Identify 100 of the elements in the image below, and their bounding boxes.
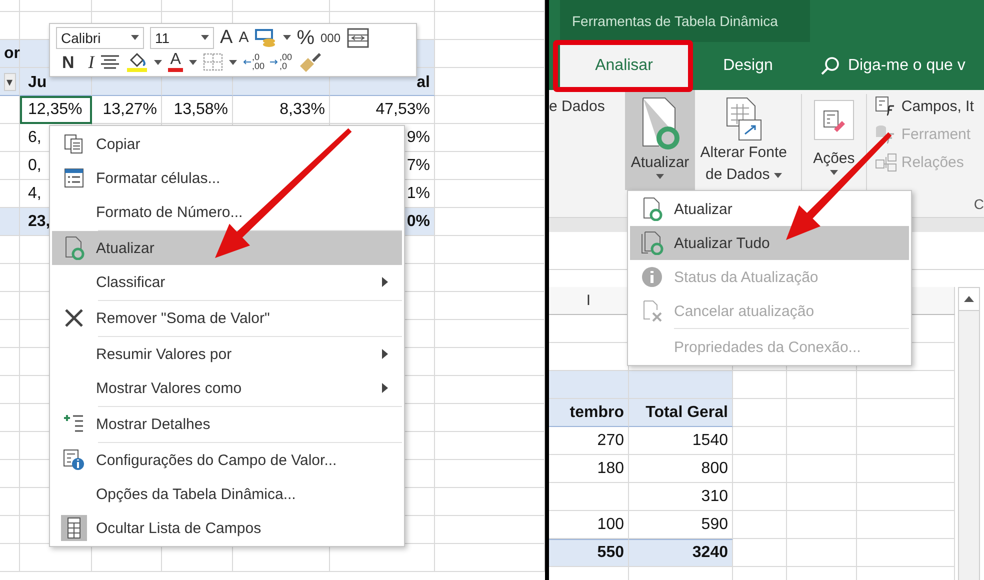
menu-item[interactable]: Atualizar	[630, 192, 909, 226]
refresh-all-icon	[640, 231, 664, 255]
table-cell: 270	[549, 427, 629, 455]
caret-icon[interactable]	[228, 60, 237, 65]
caret-icon[interactable]	[201, 35, 209, 40]
ribbon-button[interactable]: Ações	[809, 90, 858, 190]
ribbon-button[interactable]: Atualizar	[625, 90, 695, 190]
caret-icon[interactable]	[656, 174, 664, 179]
table-cell: or	[0, 40, 20, 68]
thousands-button[interactable]: 000	[320, 32, 341, 44]
caret-icon[interactable]	[154, 60, 162, 65]
table-cell: 310	[629, 483, 733, 511]
table-cell: 12,35%	[20, 96, 92, 124]
table-cell	[787, 539, 857, 567]
actions-icon	[814, 100, 854, 140]
decrease-decimal-button[interactable]: ,00 ,0	[270, 53, 292, 72]
table-cell: 3240	[629, 539, 733, 567]
table-cell	[733, 455, 787, 483]
search-icon[interactable]	[820, 56, 840, 76]
caret-icon[interactable]	[131, 35, 139, 40]
search-field[interactable]: Diga-me o que v	[848, 57, 966, 75]
menu-item[interactable]: Mostrar Detalhes	[52, 407, 402, 443]
menu-item[interactable]: Atualizar	[52, 231, 402, 265]
vertical-scrollbar[interactable]	[958, 287, 980, 580]
table-cell	[0, 208, 20, 236]
menu-item[interactable]: Atualizar Tudo	[630, 226, 909, 260]
info-icon	[641, 266, 663, 288]
menu-item[interactable]: Mostrar Valores como	[52, 371, 402, 407]
copy-icon	[63, 133, 85, 155]
increase-decimal-button[interactable]: ,0 ,00	[242, 53, 264, 72]
grow-font-button[interactable]: A	[220, 28, 233, 48]
percent-button[interactable]: %	[296, 28, 314, 48]
column-header[interactable]: I	[549, 287, 629, 315]
borders-icon[interactable]	[202, 53, 223, 72]
submenu-arrow-icon	[382, 277, 388, 287]
table-cell: 800	[629, 455, 733, 483]
table-cell: 1540	[629, 427, 733, 455]
menu-item[interactable]: Resumir Valores por	[52, 337, 402, 371]
ribbon-tab[interactable]: Design	[688, 42, 808, 90]
table-cell: 8,33%	[233, 96, 330, 124]
refresh-icon	[63, 236, 85, 260]
filter-dropdown-button[interactable]: ▾	[4, 73, 16, 91]
table-cell	[787, 511, 857, 539]
table-cell: 590	[629, 511, 733, 539]
close-icon	[63, 307, 85, 329]
table-cell: 550	[549, 539, 629, 567]
table-cell: tembro	[549, 399, 629, 427]
add-details-icon	[63, 413, 85, 435]
align-center-icon[interactable]	[100, 54, 120, 70]
table-cell: 47,53%	[330, 96, 435, 124]
field-list-icon	[61, 515, 87, 541]
table-cell	[787, 399, 857, 427]
table-cell	[0, 544, 20, 572]
table-cell: 180	[549, 455, 629, 483]
right-arrow-icon	[270, 59, 278, 66]
table-cell	[733, 539, 787, 567]
format-cells-icon	[63, 167, 85, 189]
table-cell: 13,58%	[162, 96, 233, 124]
shrink-font-button[interactable]: A	[238, 30, 249, 46]
menu-item[interactable]: Opções da Tabela Dinâmica...	[52, 477, 402, 511]
ribbon-button[interactable]: Alterar Fonte de Dados	[694, 90, 792, 190]
submenu-arrow-icon	[382, 383, 388, 393]
group-label: C	[974, 196, 984, 212]
table-cell: Total Geral	[629, 399, 733, 427]
table-cell: 100	[549, 511, 629, 539]
table-cell	[787, 483, 857, 511]
table-cell	[733, 511, 787, 539]
fill-color-icon[interactable]	[126, 51, 148, 74]
menu-item[interactable]: Remover "Soma de Valor"	[52, 301, 402, 337]
caret-icon[interactable]	[282, 35, 291, 40]
table-cell	[0, 0, 20, 12]
caret-icon[interactable]	[830, 170, 838, 175]
menu-item[interactable]: Ocultar Lista de Campos	[52, 511, 402, 545]
table-cell: 13,27%	[92, 96, 162, 124]
menu-item[interactable]: Configurações do Campo de Valor...	[52, 443, 402, 477]
table-cell	[733, 427, 787, 455]
refresh-icon	[641, 197, 663, 221]
ribbon-label: e Dados	[549, 98, 606, 115]
table-cell	[787, 455, 857, 483]
font-name-dropdown[interactable]: Calibri	[56, 26, 144, 49]
context-tab-title: Ferramentas de Tabela Dinâmica	[560, 0, 810, 42]
table-cell	[733, 399, 787, 427]
font-color-button[interactable]: A	[168, 52, 183, 72]
coins-icon[interactable]	[254, 28, 277, 48]
change-source-icon	[724, 96, 763, 142]
table-cell	[787, 427, 857, 455]
scroll-up-icon[interactable]	[964, 296, 974, 302]
format-painter-icon[interactable]	[298, 52, 322, 72]
font-size-dropdown[interactable]: 11	[150, 26, 214, 49]
table-cell	[0, 180, 20, 208]
caret-icon[interactable]	[188, 60, 197, 65]
ribbon-command[interactable]: Campos, It	[875, 96, 974, 116]
wrap-text-icon[interactable]	[346, 28, 369, 48]
refresh-icon	[640, 96, 680, 152]
submenu-arrow-icon	[382, 349, 388, 359]
bold-button[interactable]: N	[62, 54, 74, 71]
menu-item[interactable]: Classificar	[52, 265, 402, 301]
left-arrow-icon	[242, 59, 251, 66]
caret-icon[interactable]	[774, 172, 782, 178]
table-cell	[733, 371, 787, 399]
